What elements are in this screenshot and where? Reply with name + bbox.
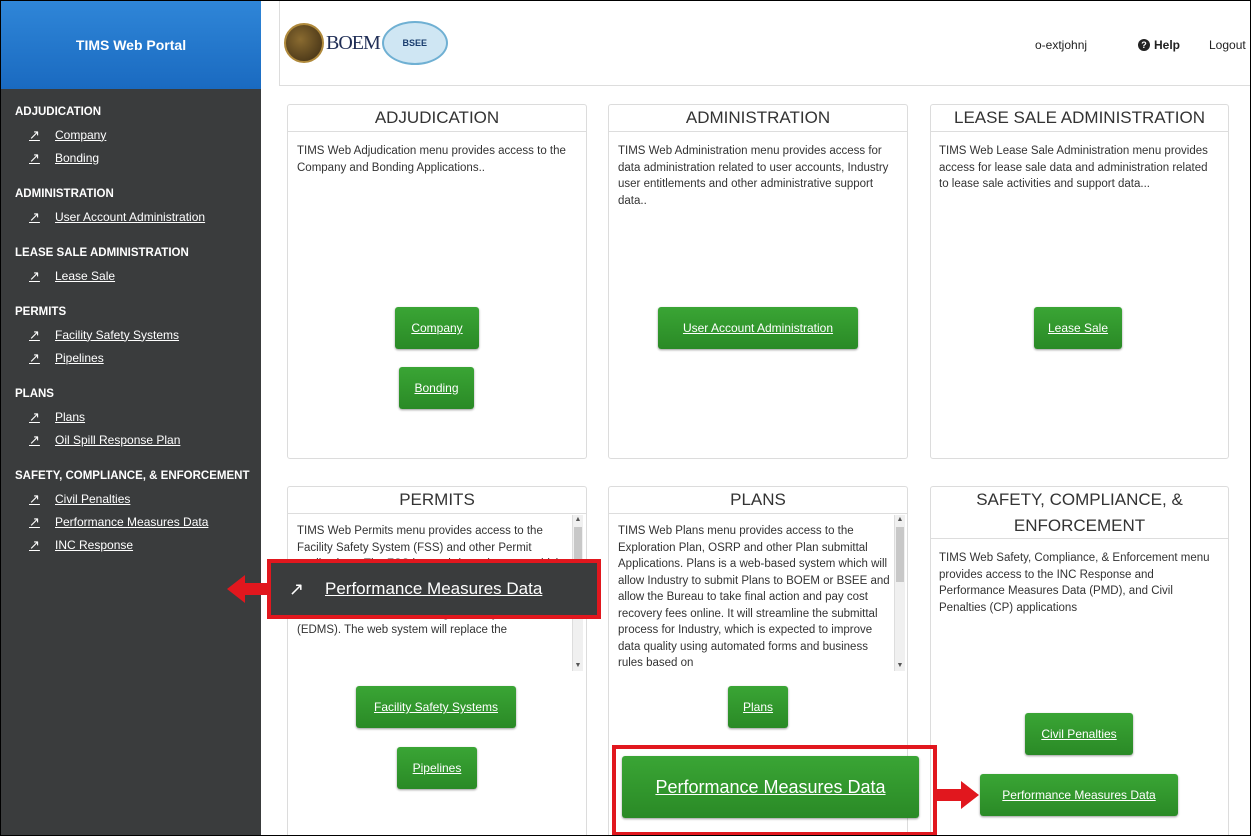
external-link-icon: ↗ (29, 431, 40, 447)
panel-title: ADJUDICATION (288, 105, 586, 132)
sidebar-item-label: INC Response (55, 537, 134, 552)
nav-heading-permits: PERMITS (15, 306, 67, 318)
panel-title: LEASE SALE ADMINISTRATION (931, 105, 1228, 132)
plans-button[interactable]: Plans (728, 686, 788, 728)
help-link[interactable]: ? Help (1138, 38, 1180, 52)
callout-arrow-right-icon (935, 781, 979, 809)
question-circle-icon: ? (1138, 39, 1150, 51)
description-scrollbar[interactable]: ▲ ▼ (894, 515, 905, 671)
panel-permits: PERMITS TIMS Web Permits menu provides a… (287, 486, 587, 835)
scroll-down-icon[interactable]: ▼ (895, 661, 905, 671)
sidebar-item-facility-safety-systems[interactable]: ↗ Facility Safety Systems (1, 323, 261, 346)
panel-adjudication: ADJUDICATION TIMS Web Adjudication menu … (287, 104, 587, 459)
nav-group-sce: SAFETY, COMPLIANCE, & ENFORCEMENT ↗ Civil… (1, 465, 261, 556)
external-link-icon: ↗ (29, 513, 40, 529)
scroll-up-icon[interactable]: ▲ (895, 515, 905, 525)
external-link-icon: ↗ (29, 326, 40, 342)
panel-administration: ADMINISTRATION TIMS Web Administration m… (608, 104, 908, 459)
bonding-button[interactable]: Bonding (399, 367, 474, 409)
sidebar-item-pipelines[interactable]: ↗ Pipelines (1, 346, 261, 369)
panel-description: TIMS Web Lease Sale Administration menu … (939, 145, 1208, 190)
top-header: BOEM BSEE o-extjohnj ? Help Logout (279, 1, 1250, 86)
sidebar-item-label: Company (55, 127, 107, 142)
sidebar-item-lease-sale[interactable]: ↗ Lease Sale (1, 264, 261, 287)
username[interactable]: o-extjohnj (1035, 38, 1087, 52)
external-link-icon: ↗ (29, 208, 40, 224)
nav-heading-lease-sale: LEASE SALE ADMINISTRATION (15, 247, 189, 259)
sidebar-item-label: Bonding (55, 150, 100, 165)
sidebar-item-company[interactable]: ↗ Company (1, 123, 261, 146)
callout-performance-measures-data-button[interactable]: Performance Measures Data (622, 756, 919, 818)
bsee-logo-text: BSEE (402, 38, 428, 48)
callout-sidebar-label: Performance Measures Data (325, 579, 543, 598)
company-button[interactable]: Company (395, 307, 479, 349)
panel-description: TIMS Web Administration menu provides ac… (618, 145, 889, 207)
sidebar: TIMS Web Portal ADJUDICATION ↗ Company ↗ B… (1, 1, 261, 835)
agency-logo[interactable]: BOEM BSEE (284, 21, 448, 65)
nav-group-plans: PLANS ↗ Plans ↗ Oil Spill Response Plan (1, 383, 261, 451)
sidebar-item-civil-penalties[interactable]: ↗ Civil Penalties (1, 487, 261, 510)
sidebar-item-oil-spill-response-plan[interactable]: ↗ Oil Spill Response Plan (1, 428, 261, 451)
panel-description: TIMS Web Adjudication menu provides acce… (297, 145, 566, 174)
panel-title: PERMITS (288, 487, 586, 514)
boem-seal-icon (284, 23, 324, 63)
sidebar-item-label: Lease Sale (55, 268, 116, 283)
nav-heading-administration: ADMINISTRATION (15, 188, 114, 200)
panel-description: TIMS Web Plans menu provides access to t… (618, 525, 890, 669)
page-frame: TIMS Web Portal ADJUDICATION ↗ Company ↗ B… (0, 0, 1251, 836)
panel-lease-sale-administration: LEASE SALE ADMINISTRATION TIMS Web Lease… (930, 104, 1229, 459)
external-link-icon: ↗ (29, 126, 40, 142)
bsee-seal-icon: BSEE (381, 21, 448, 65)
panel-title: SAFETY, COMPLIANCE, & ENFORCEMENT (931, 487, 1228, 539)
sidebar-item-performance-measures-data[interactable]: ↗ Performance Measures Data (1, 510, 261, 533)
panel-title: ADMINISTRATION (609, 105, 907, 132)
performance-measures-data-button[interactable]: Performance Measures Data (980, 774, 1178, 816)
sidebar-item-label: Plans (55, 409, 86, 424)
lease-sale-button[interactable]: Lease Sale (1034, 307, 1122, 349)
sidebar-item-label: Pipelines (55, 350, 104, 365)
facility-safety-systems-button[interactable]: Facility Safety Systems (356, 686, 516, 728)
external-link-icon: ↗ (29, 536, 40, 552)
boem-logo-text: BOEM (326, 31, 381, 54)
external-link-icon: ↗ (29, 349, 40, 365)
panel-title: PLANS (609, 487, 907, 514)
external-link-icon: ↗ (29, 267, 40, 283)
help-label: Help (1154, 38, 1181, 52)
portal-brand[interactable]: TIMS Web Portal (1, 1, 261, 89)
external-link-icon: ↗ (29, 490, 40, 506)
callout-sidebar-item[interactable]: ↗ Performance Measures Data (271, 563, 597, 615)
nav-group-permits: PERMITS ↗ Facility Safety Systems ↗ Pipeli… (1, 301, 261, 369)
external-link-icon: ↗ (289, 578, 305, 599)
sidebar-nav: ADJUDICATION ↗ Company ↗ Bonding ADMINISTR… (1, 101, 261, 570)
callout-sidebar-highlight: ↗ Performance Measures Data (267, 559, 601, 619)
nav-heading-plans: PLANS (15, 388, 54, 400)
sidebar-item-label: Civil Penalties (55, 491, 131, 506)
callout-button-highlight: Performance Measures Data (612, 745, 937, 835)
external-link-icon: ↗ (29, 149, 40, 165)
user-account-administration-button[interactable]: User Account Administration (658, 307, 858, 349)
nav-group-administration: ADMINISTRATION ↗ User Account Administrat… (1, 183, 261, 228)
nav-heading-adjudication: ADJUDICATION (15, 106, 102, 118)
sidebar-item-plans[interactable]: ↗ Plans (1, 405, 261, 428)
external-link-icon: ↗ (29, 408, 40, 424)
callout-arrow-left-icon (227, 575, 271, 603)
sidebar-item-label: Facility Safety Systems (55, 327, 180, 342)
scrollbar-thumb[interactable] (896, 527, 904, 582)
civil-penalties-button[interactable]: Civil Penalties (1025, 713, 1133, 755)
logout-link[interactable]: Logout (1209, 38, 1246, 52)
nav-heading-sce: SAFETY, COMPLIANCE, & ENFORCEMENT (15, 470, 250, 482)
panel-description: TIMS Web Safety, Compliance, & Enforceme… (939, 552, 1210, 614)
sidebar-item-inc-response[interactable]: ↗ INC Response (1, 533, 261, 556)
nav-group-adjudication: ADJUDICATION ↗ Company ↗ Bonding (1, 101, 261, 169)
sidebar-item-label: Performance Measures Data (55, 514, 209, 529)
sidebar-item-user-account-administration[interactable]: ↗ User Account Administration (1, 205, 261, 228)
sidebar-item-label: Oil Spill Response Plan (55, 432, 181, 447)
scroll-down-icon[interactable]: ▼ (573, 661, 583, 671)
pipelines-button[interactable]: Pipelines (397, 747, 477, 789)
sidebar-item-label: User Account Administration (55, 209, 206, 224)
sidebar-item-bonding[interactable]: ↗ Bonding (1, 146, 261, 169)
scroll-up-icon[interactable]: ▲ (573, 515, 583, 525)
nav-group-lease-sale: LEASE SALE ADMINISTRATION ↗ Lease Sale (1, 242, 261, 287)
